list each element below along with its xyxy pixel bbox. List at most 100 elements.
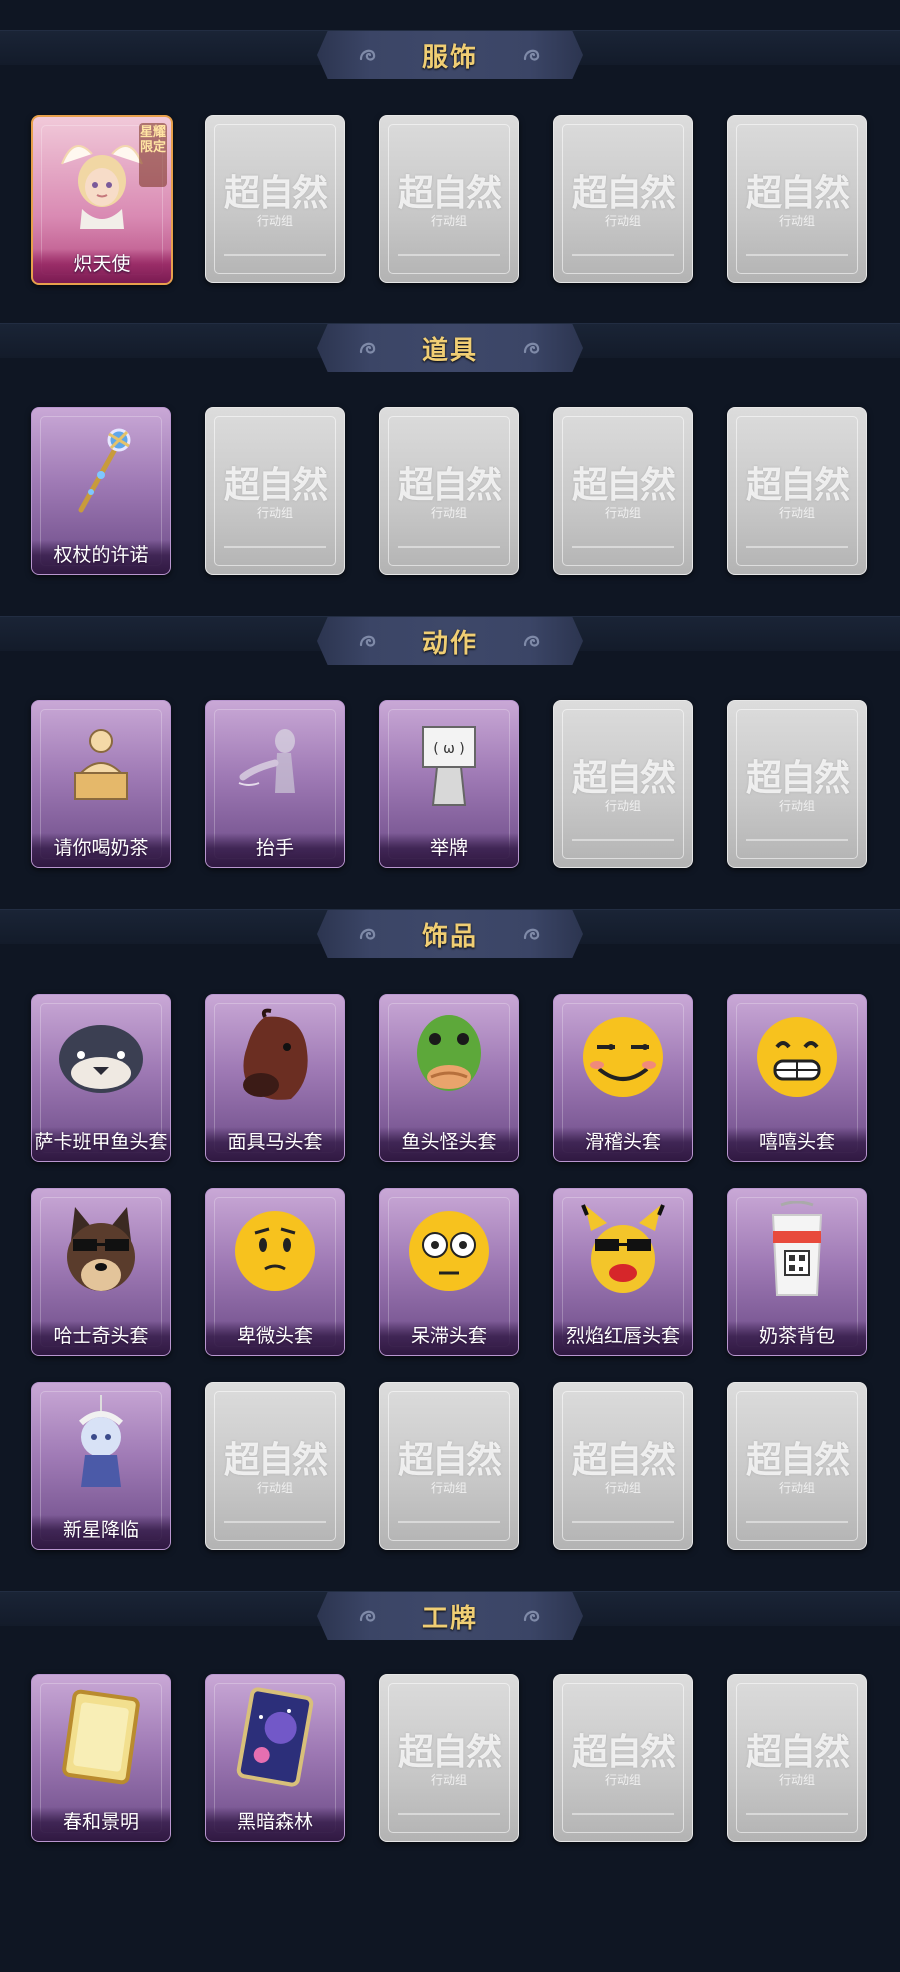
card-tab <box>746 1813 848 1833</box>
card-tab <box>572 1521 674 1541</box>
watermark-subtitle: 行动组 <box>604 1481 641 1495</box>
item-card[interactable]: 萨卡班甲鱼头套 <box>31 994 171 1162</box>
watermark-logo: 超自然 <box>745 1731 850 1773</box>
empty-slot-card: 超自然 行动组 <box>379 1674 519 1842</box>
watermark-subtitle: 行动组 <box>778 1481 815 1495</box>
section-title: 动作 <box>317 617 583 665</box>
empty-slot-card: 超自然 行动组 <box>553 115 693 283</box>
funny-face-icon <box>573 1007 673 1107</box>
watermark-logo: 超自然 <box>397 172 502 214</box>
item-card[interactable]: 滑稽头套 <box>553 994 693 1162</box>
item-label: 黑暗森林 <box>236 1811 313 1833</box>
watermark-subtitle: 行动组 <box>256 214 293 228</box>
item-card[interactable]: 呆滞头套 <box>379 1188 519 1356</box>
watermark-logo: 超自然 <box>745 464 850 506</box>
item-card[interactable]: 黑暗森林 <box>205 1674 345 1842</box>
limited-badge: 星耀限定 <box>139 123 167 187</box>
section-title-text: 道具 <box>421 335 478 366</box>
item-label: 春和景明 <box>62 1811 139 1833</box>
item-label: 嘻嘻头套 <box>758 1131 835 1153</box>
item-card[interactable]: 春和景明 <box>31 1674 171 1842</box>
section-title-text: 饰品 <box>421 921 478 952</box>
card-tab <box>572 1813 674 1833</box>
item-label: 烈焰红唇头套 <box>565 1325 680 1347</box>
green-fish-mask-icon <box>399 1007 499 1107</box>
empty-slot-card: 超自然 行动组 <box>727 115 867 283</box>
section-title-text: 服饰 <box>421 42 478 73</box>
watermark-logo: 超自然 <box>397 464 502 506</box>
watermark-subtitle: 行动组 <box>778 506 815 520</box>
milk-tea-backpack-icon <box>747 1200 847 1301</box>
watermark-subtitle: 行动组 <box>604 214 641 228</box>
watermark-subtitle: 行动组 <box>430 1481 467 1495</box>
empty-slot-card: 超自然 行动组 <box>379 115 519 283</box>
item-label: 奶茶背包 <box>758 1325 835 1347</box>
item-card[interactable]: 星耀限定 炽天使 <box>31 115 173 285</box>
item-label: 抬手 <box>255 837 294 859</box>
item-label: 新星降临 <box>62 1519 139 1541</box>
section-title: 服饰 <box>317 31 583 79</box>
card-tab <box>224 254 326 274</box>
section-title: 道具 <box>317 324 583 372</box>
item-card[interactable]: 抬手 <box>205 700 345 868</box>
watermark-subtitle: 行动组 <box>430 506 467 520</box>
item-card[interactable]: 嘻嘻头套 <box>727 994 867 1162</box>
svg-text:( ω ): ( ω ) <box>433 741 465 757</box>
watermark-subtitle: 行动组 <box>604 799 641 813</box>
swirl-ornament-icon <box>359 1610 376 1622</box>
gold-badge-card-icon <box>51 1687 151 1787</box>
watermark-logo: 超自然 <box>571 172 676 214</box>
empty-slot-card: 超自然 行动组 <box>727 700 867 868</box>
swirl-ornament-icon <box>359 342 376 354</box>
card-tab <box>572 254 674 274</box>
item-card[interactable]: 请你喝奶茶 <box>31 700 171 868</box>
card-tab <box>572 839 674 859</box>
card-tab <box>398 1813 500 1833</box>
watermark-logo: 超自然 <box>571 464 676 506</box>
item-card[interactable]: 权杖的许诺 <box>31 407 171 575</box>
card-tab <box>572 546 674 566</box>
grin-face-icon <box>747 1007 847 1107</box>
item-card[interactable]: ( ω ) 举牌 <box>379 700 519 868</box>
watermark-subtitle: 行动组 <box>604 506 641 520</box>
empty-slot-card: 超自然 行动组 <box>379 407 519 575</box>
item-card[interactable]: 鱼头怪头套 <box>379 994 519 1162</box>
swirl-ornament-icon <box>523 342 540 354</box>
seraph-costume-icon <box>52 129 152 229</box>
swirl-ornament-icon <box>523 49 540 61</box>
item-card[interactable]: 奶茶背包 <box>727 1188 867 1356</box>
dazed-face-icon <box>399 1201 499 1301</box>
watermark-subtitle: 行动组 <box>430 214 467 228</box>
empty-slot-card: 超自然 行动组 <box>727 1674 867 1842</box>
raise-hand-icon <box>225 713 325 813</box>
item-label: 面具马头套 <box>227 1131 323 1153</box>
item-card[interactable]: 卑微头套 <box>205 1188 345 1356</box>
item-card[interactable]: 烈焰红唇头套 <box>553 1188 693 1356</box>
item-card[interactable]: 新星降临 <box>31 1382 171 1550</box>
item-label: 鱼头怪头套 <box>401 1131 497 1153</box>
item-label: 卑微头套 <box>236 1325 313 1347</box>
watermark-logo: 超自然 <box>745 757 850 799</box>
empty-slot-card: 超自然 行动组 <box>379 1382 519 1550</box>
watermark-subtitle: 行动组 <box>778 214 815 228</box>
watermark-logo: 超自然 <box>571 1731 676 1773</box>
watermark-logo: 超自然 <box>223 1439 328 1481</box>
empty-slot-card: 超自然 行动组 <box>553 407 693 575</box>
red-lips-mask-icon <box>573 1201 673 1301</box>
horse-mask-icon <box>225 1007 325 1107</box>
swirl-ornament-icon <box>359 635 376 647</box>
humble-face-icon <box>225 1201 325 1301</box>
card-tab <box>746 546 848 566</box>
card-tab <box>224 546 326 566</box>
watermark-subtitle: 行动组 <box>778 799 815 813</box>
watermark-subtitle: 行动组 <box>430 1773 467 1787</box>
item-card[interactable]: 哈士奇头套 <box>31 1188 171 1356</box>
item-label: 萨卡班甲鱼头套 <box>34 1131 168 1153</box>
item-label: 哈士奇头套 <box>53 1325 149 1347</box>
item-card[interactable]: 面具马头套 <box>205 994 345 1162</box>
swirl-ornament-icon <box>359 928 376 940</box>
scepter-icon <box>51 420 151 520</box>
collection-page: 服饰 星耀限定 炽天使 超自然 行动组 超自然 行动组 超自然 行动组 超自然 … <box>0 0 900 1972</box>
card-tab <box>746 1521 848 1541</box>
watermark-subtitle: 行动组 <box>778 1773 815 1787</box>
